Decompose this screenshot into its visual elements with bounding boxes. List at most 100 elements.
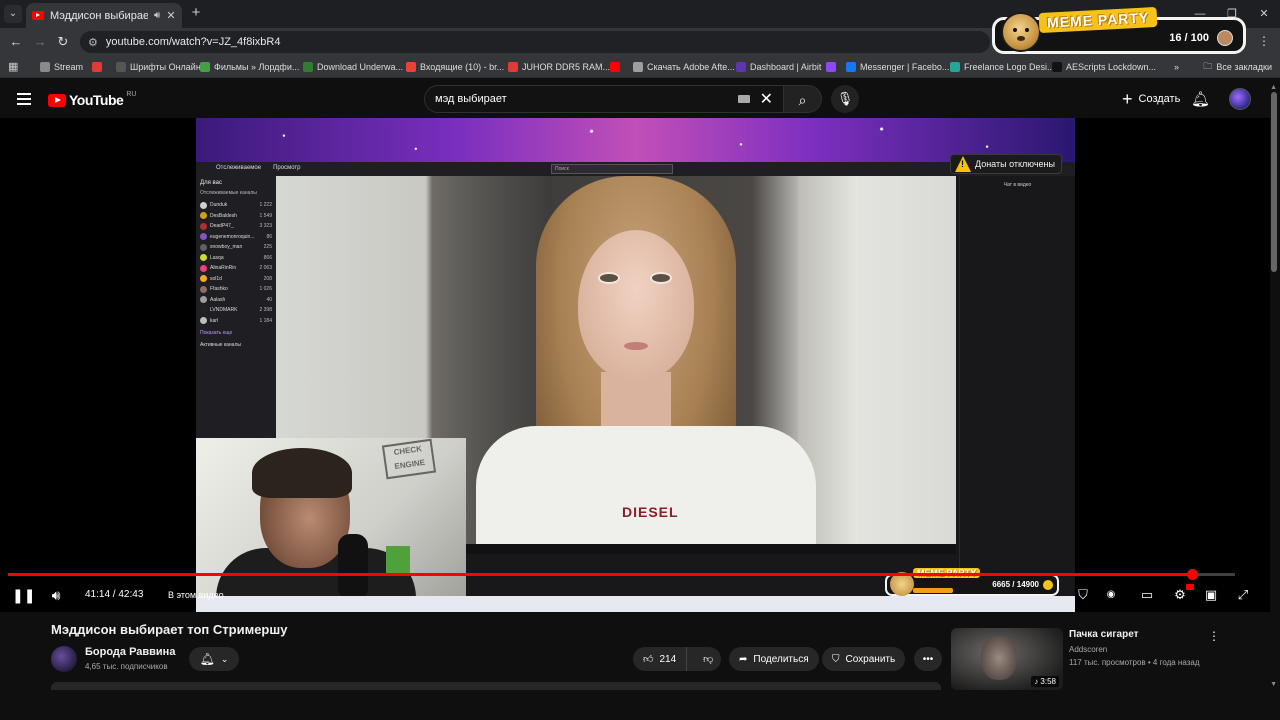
bookmark-favicon-icon (303, 62, 313, 72)
forward-arrow-icon[interactable]: → (32, 34, 48, 50)
bookmark-item[interactable]: Download Underwa... (303, 59, 403, 75)
duration-text: 3:58 (1040, 677, 1056, 686)
channel-row: AlinaRinRin 2 063 (200, 263, 272, 274)
meme-party-bottom-widget: MEME PARTY 6665 / 14900 (885, 568, 1059, 596)
channel-row-name: DeadP47_ (210, 223, 234, 230)
channel-avatar[interactable] (51, 646, 77, 672)
streamer-face (578, 230, 694, 380)
bookmark-item[interactable]: AEScripts Lockdown... (1052, 59, 1156, 75)
share-button[interactable]: ➦ Поделиться (729, 647, 819, 671)
streamer-hair-dark (252, 448, 352, 498)
apps-grid-icon[interactable]: ▦ (8, 60, 18, 73)
recommended-thumbnail[interactable]: ♪ 3:58 (951, 628, 1063, 690)
volume-icon[interactable]: 🔊︎ (46, 585, 66, 605)
sidebar-heading: Для вас (200, 180, 222, 186)
bookmark-item[interactable]: JUHOR DDR5 RAM... (508, 59, 610, 75)
channel-name[interactable]: Борода Раввина (85, 646, 175, 658)
speaker-icon[interactable]: 🔊︎ (154, 10, 160, 21)
bookmark-item[interactable] (826, 59, 836, 75)
menu-hamburger-icon[interactable] (17, 93, 31, 105)
channel-row-name: DesBaldesh (210, 212, 237, 219)
channel-row-viewers: 208 (263, 275, 272, 282)
site-info-icon[interactable]: ⚙︎ (88, 36, 98, 49)
bookmark-item[interactable]: Stream (40, 59, 83, 75)
bookmark-item[interactable]: Шрифты Онлайн (116, 59, 201, 75)
scroll-up-arrow-icon[interactable]: ▲ (1270, 84, 1277, 91)
folder-icon: 🗀︎ (1203, 61, 1213, 71)
green-package (386, 546, 410, 576)
autoplay-toggle[interactable]: ◉ (1100, 585, 1122, 605)
bookmark-item[interactable]: Входящие (10) - br... (406, 59, 504, 75)
channel-row-viewers: 2 398 (259, 307, 272, 314)
save-label: Сохранить (845, 653, 896, 665)
shield-icon[interactable]: ⛉ (1072, 585, 1094, 605)
back-arrow-icon[interactable]: ← (8, 34, 24, 50)
bookmark-item[interactable] (92, 59, 102, 75)
close-tab-icon[interactable]: ✕ (166, 9, 175, 22)
address-bar[interactable]: ⚙︎ youtube.com/watch?v=JZ_4f8ixbR4 (80, 31, 990, 53)
notifications-bell-icon[interactable]: 🔔︎ (1191, 90, 1210, 108)
tab-search-button[interactable]: ⌄ (4, 5, 22, 23)
bookmarks-overflow-icon[interactable]: » (1174, 59, 1179, 75)
fullscreen-icon[interactable]: ⤢ (1232, 585, 1254, 605)
search-input[interactable] (435, 93, 738, 105)
account-avatar[interactable] (1229, 88, 1251, 110)
bookmark-item[interactable]: Freelance Logo Desi... (950, 59, 1055, 75)
keyboard-icon[interactable] (737, 95, 750, 103)
scrubber-handle[interactable] (1187, 569, 1198, 580)
channel-row-viewers: 866 (263, 254, 272, 261)
search-button[interactable]: ⌕ (784, 85, 822, 113)
channel-row-name: karl (210, 317, 219, 324)
channel-row-name: eugenemonroquin... (210, 233, 255, 240)
url-text[interactable]: youtube.com/watch?v=JZ_4f8ixbR4 (106, 36, 281, 48)
bookmark-item[interactable]: Messenger | Facebo... (846, 59, 949, 75)
channel-row: snowboy_man 225 (200, 242, 272, 253)
description-box[interactable] (51, 682, 941, 690)
chevron-down-icon: ⌄ (220, 653, 229, 664)
scroll-down-arrow-icon[interactable]: ▼ (1270, 681, 1277, 688)
bookmark-item[interactable]: Скачать Adobe Afte... (633, 59, 735, 75)
recommended-more-icon[interactable]: ⋮ (1208, 629, 1220, 643)
recommended-title[interactable]: Пачка сигарет (1069, 629, 1139, 640)
youtube-logo[interactable]: YouTube RU (48, 91, 136, 108)
bookmark-label: Шрифты Онлайн (130, 62, 201, 72)
meme-party-widget: MEME PARTY 16 / 100 (992, 6, 1246, 54)
subtitles-icon[interactable]: ▭ (1136, 585, 1158, 605)
browser-tab-active[interactable]: Мэддисон выбирает топ С 🔊︎ ✕ (26, 3, 182, 28)
clear-search-icon[interactable]: ✕ (760, 89, 773, 109)
create-button[interactable]: + Создать (1112, 87, 1190, 111)
bookmark-favicon-icon (116, 62, 126, 72)
more-actions-button[interactable]: ••• (914, 647, 942, 671)
save-button[interactable]: ⛉ Сохранить (822, 647, 906, 671)
voice-search-icon[interactable]: 🎙︎ (831, 85, 859, 113)
video-frame: Отслеживаемое Просмотр Поиск Донаты откл… (196, 118, 1075, 612)
page-scrollbar[interactable] (1271, 92, 1277, 272)
channel-row-name: Aalash (210, 296, 226, 303)
theater-mode-icon[interactable]: ▣ (1200, 585, 1222, 605)
new-tab-button[interactable]: + (188, 5, 204, 21)
bookmark-item[interactable]: Фильмы » Лордфи... (200, 59, 299, 75)
dislike-button[interactable]: 👎︎ (693, 653, 723, 665)
chapter-label[interactable]: В этом видео (168, 585, 224, 605)
progress-bar[interactable] (8, 569, 1235, 580)
reload-icon[interactable]: ↻ (55, 34, 71, 50)
recommended-channel[interactable]: Addscoren (1069, 645, 1107, 654)
meme-party-bottom-counter: 6665 / 14900 (992, 580, 1039, 589)
channel-row-name: Dunduk (210, 202, 228, 209)
bookmark-item[interactable]: Dashboard | Airbit (736, 59, 821, 75)
shirt-print: DIESEL (622, 504, 679, 520)
browser-menu-icon[interactable]: ⋮ (1258, 34, 1270, 48)
streamer-neck (601, 372, 671, 432)
hd-badge (1186, 584, 1194, 590)
close-window-button[interactable]: ✕ (1248, 0, 1280, 28)
bookmark-favicon-icon (736, 62, 746, 72)
all-bookmarks[interactable]: 🗀︎ Все закладки (1203, 59, 1272, 75)
bookmark-favicon-icon (92, 62, 102, 72)
bookmark-item[interactable] (610, 59, 620, 75)
like-button[interactable]: 👍︎ 214 (633, 647, 688, 671)
twitch-chat-panel: Чат в видео (959, 176, 1075, 612)
notification-subscribe-button[interactable]: 🔔︎ ⌄ (189, 647, 239, 671)
video-player[interactable]: Отслеживаемое Просмотр Поиск Донаты откл… (0, 118, 1270, 612)
bookmark-label: JUHOR DDR5 RAM... (522, 62, 611, 72)
pause-icon[interactable]: ❚❚ (12, 585, 35, 605)
